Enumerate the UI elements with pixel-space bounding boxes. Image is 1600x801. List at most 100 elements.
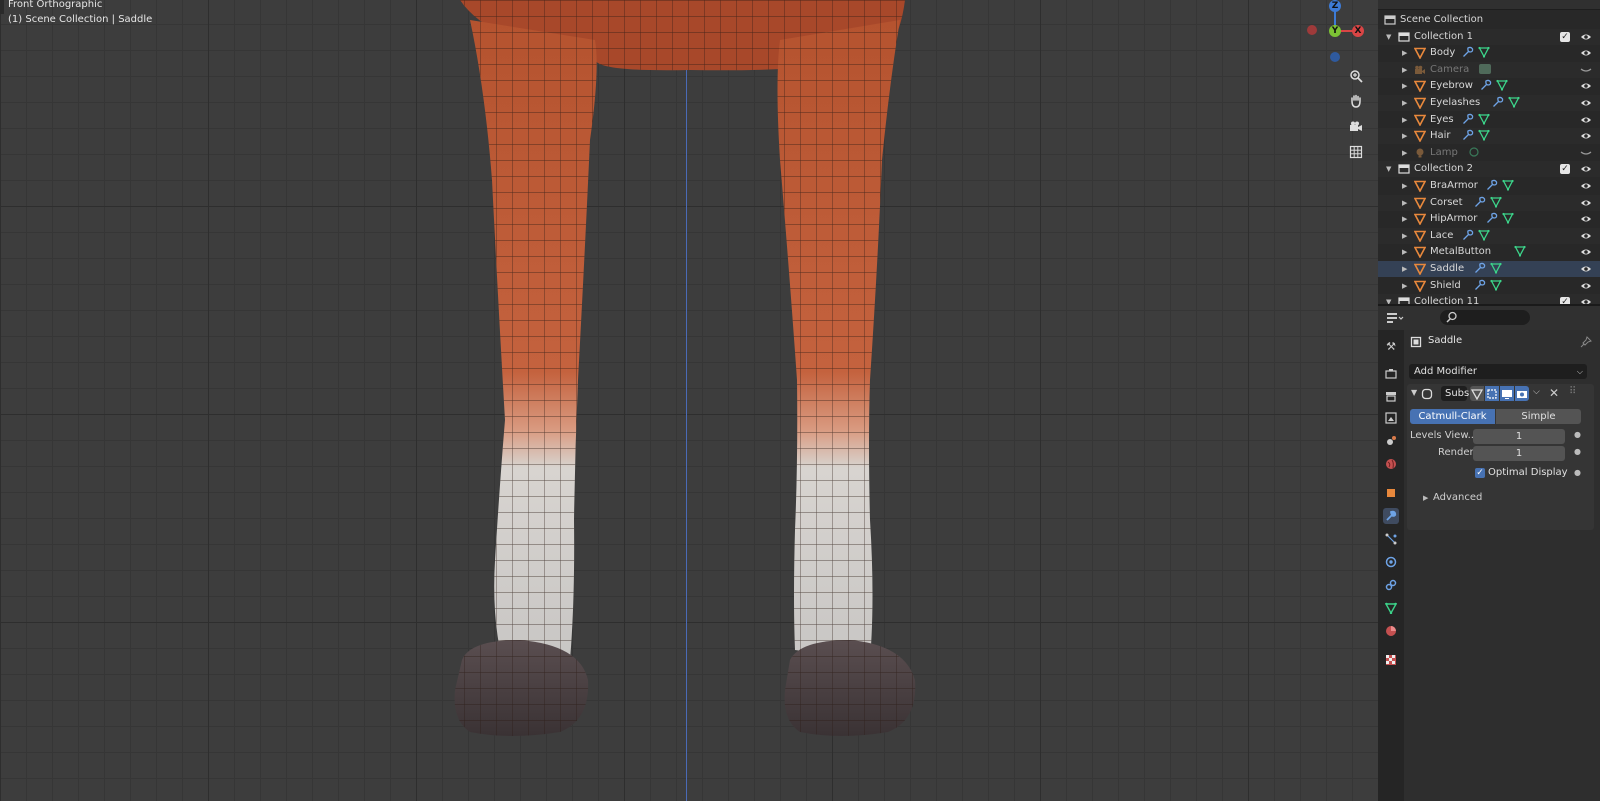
- subdiv-type-simple-button[interactable]: Simple: [1496, 409, 1581, 424]
- outliner-collection-row[interactable]: ▼ Collection 1 ✓: [1378, 28, 1600, 45]
- visibility-eye-icon[interactable]: [1580, 147, 1592, 159]
- outliner-panel[interactable]: Scene Collection ▼ Collection 1 ✓ ▶ Body ▶ Came…: [1378, 0, 1600, 311]
- mesh-data-icon[interactable]: [1514, 245, 1528, 259]
- mesh-data-icon[interactable]: [1478, 46, 1492, 60]
- outliner-item-row[interactable]: ▶ Corset: [1378, 194, 1600, 211]
- visibility-eye-icon[interactable]: [1580, 213, 1592, 225]
- keyframe-dot-icon[interactable]: ●: [1574, 447, 1581, 456]
- mesh-data-icon[interactable]: [1490, 279, 1504, 293]
- pin-icon[interactable]: [1580, 336, 1592, 348]
- horse-legs-model[interactable]: [0, 0, 1378, 801]
- expand-triangle-icon[interactable]: ▶: [1402, 95, 1407, 111]
- modifier-wrench-icon[interactable]: [1492, 96, 1506, 110]
- object-tab-icon[interactable]: [1383, 485, 1399, 501]
- drag-handle-icon[interactable]: ⠿: [1569, 386, 1576, 397]
- modifier-wrench-icon[interactable]: [1486, 179, 1500, 193]
- mesh-data-icon[interactable]: [1478, 129, 1492, 143]
- material-tab-icon[interactable]: [1383, 623, 1399, 639]
- expand-triangle-icon[interactable]: ▶: [1402, 178, 1407, 194]
- advanced-section-label[interactable]: Advanced: [1433, 492, 1482, 503]
- modifier-wrench-icon[interactable]: [1486, 212, 1500, 226]
- visibility-eye-icon[interactable]: [1580, 230, 1592, 242]
- outliner-collection-row[interactable]: ▼ Collection 2 ✓: [1378, 161, 1600, 178]
- expand-triangle-icon[interactable]: ▶: [1402, 45, 1407, 61]
- gizmo-neg-x[interactable]: [1307, 25, 1317, 35]
- constraints-tab-icon[interactable]: [1383, 577, 1399, 593]
- mesh-data-icon[interactable]: [1502, 179, 1516, 193]
- expand-triangle-icon[interactable]: ▶: [1402, 128, 1407, 144]
- properties-panel[interactable]: ⚒ Saddle Add Modifier ⌵ ▼ Subs ⌵ ✕ ⠿ Cat…: [1378, 306, 1600, 801]
- zoom-icon[interactable]: [1345, 65, 1367, 87]
- visibility-eye-icon[interactable]: [1580, 47, 1592, 59]
- keyframe-dot-icon[interactable]: ●: [1574, 430, 1581, 439]
- world-tab-icon[interactable]: [1383, 456, 1399, 472]
- modifier-wrench-icon[interactable]: [1462, 113, 1476, 127]
- visibility-eye-icon[interactable]: [1580, 114, 1592, 126]
- visibility-eye-icon[interactable]: [1580, 31, 1592, 43]
- modifier-wrench-icon[interactable]: [1474, 196, 1488, 210]
- expand-triangle-icon[interactable]: ▼: [1386, 29, 1391, 45]
- visibility-eye-icon[interactable]: [1580, 197, 1592, 209]
- expand-triangle-icon[interactable]: ▶: [1402, 278, 1407, 294]
- outliner-item-row[interactable]: ▶ Shield: [1378, 278, 1600, 294]
- view-layer-tab-icon[interactable]: [1383, 410, 1399, 426]
- mesh-data-icon[interactable]: [1496, 79, 1510, 93]
- lamp-data-icon[interactable]: [1468, 146, 1482, 160]
- outliner-item-row[interactable]: ▶ HipArmor: [1378, 211, 1600, 227]
- gizmo-z-axis[interactable]: Z: [1329, 0, 1341, 12]
- collapse-triangle-icon[interactable]: ▼: [1411, 388, 1417, 397]
- chevron-down-icon[interactable]: ⌵: [1533, 387, 1540, 397]
- modifier-wrench-icon[interactable]: [1474, 262, 1488, 276]
- exclude-checkbox[interactable]: ✓: [1560, 164, 1570, 175]
- modifier-wrench-icon[interactable]: [1480, 79, 1494, 93]
- mesh-data-icon[interactable]: [1502, 212, 1516, 226]
- properties-search-input[interactable]: [1440, 310, 1530, 325]
- expand-triangle-icon[interactable]: ▶: [1402, 211, 1407, 227]
- exclude-checkbox[interactable]: ✓: [1560, 31, 1570, 42]
- outliner-item-row[interactable]: ▶ Hair: [1378, 128, 1600, 145]
- cage-toggle[interactable]: [1485, 386, 1499, 401]
- edit-mode-toggle[interactable]: [1470, 386, 1484, 401]
- mesh-data-icon[interactable]: [1478, 113, 1492, 127]
- levels-viewport-field[interactable]: 1: [1473, 429, 1565, 444]
- outliner-item-row[interactable]: ▶ Saddle: [1378, 261, 1600, 277]
- keyframe-dot-icon[interactable]: ●: [1574, 468, 1581, 477]
- ortho-grid-icon[interactable]: [1345, 141, 1367, 163]
- 3d-viewport[interactable]: Front Orthographic (1) Scene Collection …: [0, 0, 1378, 801]
- render-toggle[interactable]: [1515, 386, 1529, 401]
- tool-tab-icon[interactable]: ⚒: [1383, 338, 1399, 354]
- visibility-eye-icon[interactable]: [1580, 130, 1592, 142]
- expand-triangle-icon[interactable]: ▶: [1402, 62, 1407, 78]
- physics-tab-icon[interactable]: [1383, 554, 1399, 570]
- render-levels-field[interactable]: 1: [1473, 446, 1565, 461]
- visibility-eye-icon[interactable]: [1580, 246, 1592, 258]
- render-tab-icon[interactable]: [1383, 366, 1399, 382]
- expand-triangle-icon[interactable]: ▶: [1402, 195, 1407, 211]
- pan-hand-icon[interactable]: [1345, 90, 1367, 112]
- modifier-wrench-icon[interactable]: [1462, 46, 1476, 60]
- expand-triangle-icon[interactable]: ▼: [1386, 161, 1391, 177]
- visibility-eye-icon[interactable]: [1580, 163, 1592, 175]
- texture-tab-icon[interactable]: [1383, 652, 1399, 668]
- modifier-wrench-icon[interactable]: [1474, 279, 1488, 293]
- modifier-name-field[interactable]: Subs: [1441, 386, 1469, 401]
- outliner-item-row[interactable]: ▶ MetalButton: [1378, 244, 1600, 260]
- expand-triangle-icon[interactable]: ▶: [1402, 228, 1407, 244]
- realtime-toggle[interactable]: [1500, 386, 1514, 401]
- close-icon[interactable]: ✕: [1549, 386, 1559, 400]
- advanced-triangle-icon[interactable]: ▶: [1423, 494, 1428, 502]
- visibility-eye-icon[interactable]: [1580, 97, 1592, 109]
- outliner-item-row[interactable]: Scene Collection: [1378, 12, 1600, 28]
- expand-triangle-icon[interactable]: ▶: [1402, 78, 1407, 94]
- editor-type-icon[interactable]: [1386, 311, 1404, 325]
- mesh-data-icon[interactable]: [1490, 196, 1504, 210]
- camera-view-icon[interactable]: [1345, 116, 1367, 138]
- outliner-item-row[interactable]: ▶ Camera: [1378, 61, 1600, 78]
- optimal-display-checkbox[interactable]: ✓: [1475, 468, 1485, 478]
- outliner-item-row[interactable]: ▶ BraArmor: [1378, 178, 1600, 194]
- expand-triangle-icon[interactable]: ▶: [1402, 112, 1407, 128]
- outliner-item-row[interactable]: ▶ Lamp: [1378, 145, 1600, 161]
- scene-tab-icon[interactable]: [1383, 433, 1399, 449]
- gizmo-y-axis[interactable]: Y: [1329, 25, 1341, 37]
- expand-triangle-icon[interactable]: ▶: [1402, 261, 1407, 277]
